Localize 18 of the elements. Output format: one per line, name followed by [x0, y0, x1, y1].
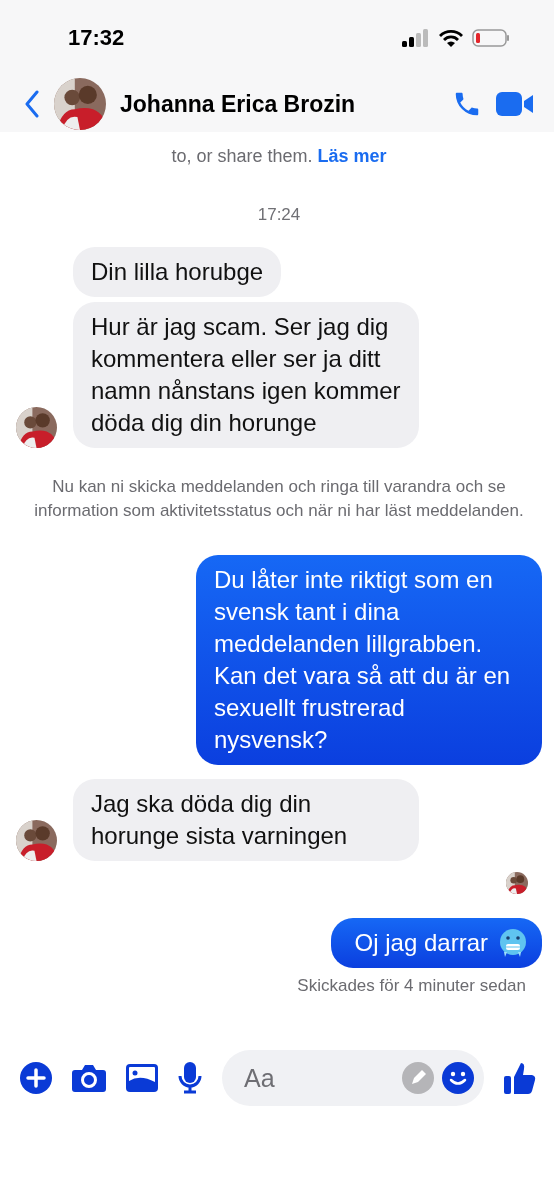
battery-icon [472, 29, 510, 47]
signal-icon [402, 29, 430, 47]
back-button[interactable] [24, 90, 40, 118]
message-bubble: Oj jag darrar [330, 918, 542, 968]
message-bubble: Jag ska döda dig din horunge sista varningen [73, 779, 419, 861]
message-bubble: Hur är jag scam. Ser jag dig kommentera eller ser ja ditt namn nånstans igen kommer döda dig din horunge [73, 302, 419, 448]
read-more-link[interactable]: Läs mer [317, 146, 387, 166]
status-time: 17:32 [68, 25, 125, 51]
sent-status: Skickades för 4 minuter sedan [296, 976, 527, 996]
message-bubble: Din lilla horubge [73, 247, 282, 297]
smiley-icon[interactable] [442, 1062, 474, 1094]
timestamp: 17:24 [256, 205, 302, 225]
video-camera-icon[interactable] [496, 90, 534, 118]
wifi-icon [438, 28, 464, 48]
message-bubble: Du låter inte riktigt som en svensk tant i dina meddelanden lillgrabben. Kan det vara så att du är en sexuellt frustrerad nysvensk? [196, 555, 542, 765]
notice-text: Nu kan ni skicka meddelanden och ringa till varandra och se information som aktivitetsstatus och när ni har läst meddelanden. [33, 476, 525, 522]
avatar [506, 872, 528, 894]
info-text: to, or share them. Läs mer [170, 146, 388, 167]
